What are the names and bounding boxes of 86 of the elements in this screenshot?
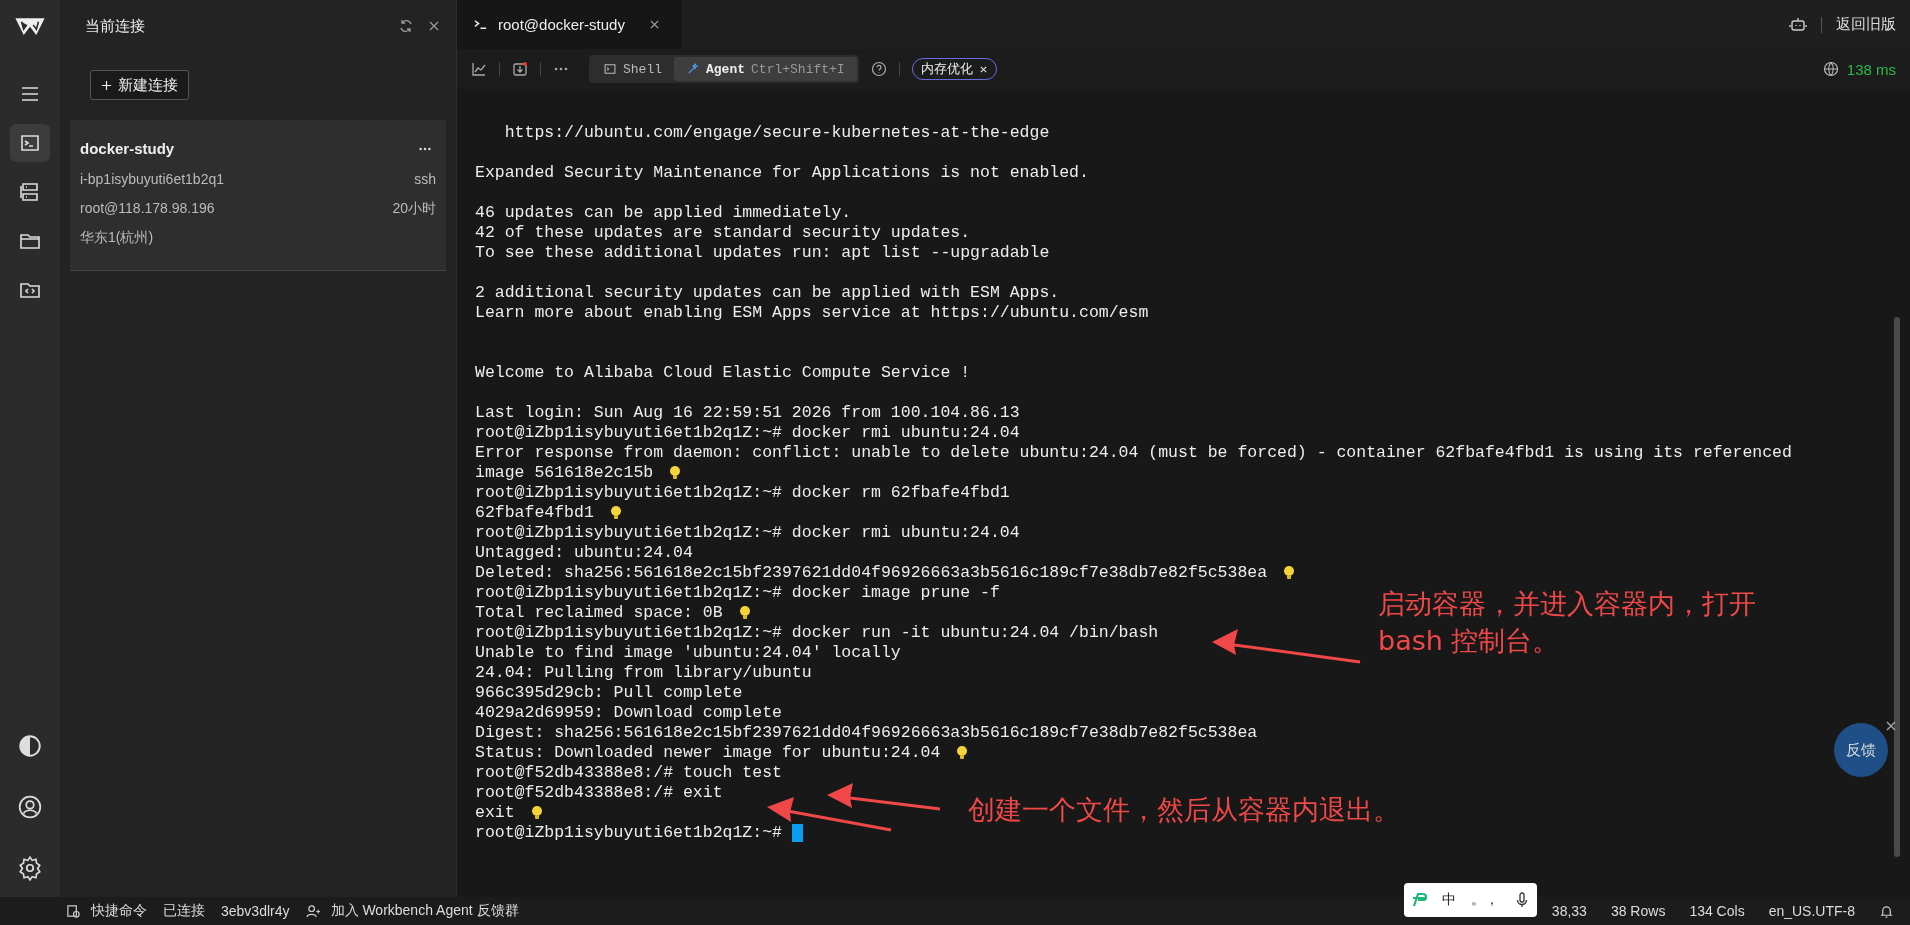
terminal-line: Unable to find image 'ubuntu:24.04' locally: [475, 643, 901, 663]
globe-icon: [1822, 61, 1839, 77]
terminal-line: 62fbafe4fbd1: [475, 503, 594, 523]
status-item: en_US.UTF-8: [1768, 903, 1855, 919]
sparkle-icon[interactable]: [686, 62, 700, 76]
refresh-icon[interactable]: [398, 18, 414, 34]
terminal-line: https://ubuntu.com/engage/secure-kubernetes-at-the-edge: [503, 123, 1050, 143]
terminal-line: root@iZbp1isybuyuti6et1b2q1Z:~# docker image prune -f: [475, 583, 1000, 603]
connection-detail: 20小时: [392, 199, 436, 218]
mode-tab[interactable]: Shell: [591, 57, 674, 81]
connection-status: 已连接: [163, 902, 205, 920]
terminal-line: root@iZbp1isybuyuti6et1b2q1Z:~# docker rmi ubuntu:24.04: [475, 523, 1020, 543]
annotation-text: 启动容器，并进入容器内，打开 bash 控制台。: [1378, 587, 1756, 658]
terminal-line: Status: Downloaded newer image for ubuntu:24.04: [475, 743, 941, 763]
close-icon[interactable]: [648, 19, 660, 30]
legacy-version-link[interactable]: 返回旧版: [1836, 15, 1896, 34]
terminal-line: root@iZbp1isybuyuti6et1b2q1Z:~# docker run -it ubuntu:24.04 /bin/bash: [475, 623, 1159, 643]
connection-card[interactable]: docker-study i-bp1isybuyuti6et1b2q1 ssh root@118.178.98.196 20小时 华东1(杭州): [70, 120, 446, 271]
terminal-line: 4029a2d69959: Download complete: [475, 703, 782, 723]
download-icon[interactable]: [512, 61, 528, 77]
terminal-line: 966c395d29cb: Pull complete: [475, 683, 743, 703]
settings-icon[interactable]: [17, 855, 43, 881]
terminal-line: root@f52db43388e8:/# touch test: [475, 763, 782, 783]
terminal-line: image 561618e2c15b: [475, 463, 654, 483]
terminal-line: 2 additional security updates can be applied with ESM Apps.: [475, 283, 1060, 303]
line-chart-icon[interactable]: [471, 61, 487, 77]
terminal-line: 42 of these updates are standard security updates.: [475, 223, 971, 243]
terminal-line: Learn more about enabling ESM Apps service at https://ubuntu.com/esm: [475, 303, 1149, 323]
panel-title: 当前连接: [85, 16, 146, 36]
terminal-line: Digest: sha256:561618e2c15bf2397621dd04f96926663a3b5616c189cf7e38db7e82f5c538ea: [475, 723, 1258, 743]
terminal-line: Error response from daemon: conflict: unable to delete ubuntu:24.04 (must be forced) - container 62fbafe4fbd1 is using its referenced: [475, 443, 1792, 463]
terminal-line: 24.04: Pulling from library/ubuntu: [475, 663, 812, 683]
terminal-tab[interactable]: root@docker-study: [457, 0, 682, 49]
ime-logo-icon[interactable]: [1411, 892, 1428, 908]
scrollbar[interactable]: [1894, 317, 1900, 857]
command-icon[interactable]: [66, 903, 81, 919]
terminal-line: Expanded Security Maintenance for Applications is not enabled.: [475, 163, 1089, 183]
connection-detail: ssh: [414, 170, 436, 189]
terminal-line: Last login: Sun Aug 16 22:59:51 2026 from 100.104.86.13: [475, 403, 1020, 423]
ime-punctuation[interactable]: 。，: [1470, 891, 1499, 909]
user-icon[interactable]: [17, 794, 43, 820]
quick-command-link[interactable]: 快捷命令: [91, 902, 147, 920]
terminal-line: Untagged: ubuntu:24.04: [475, 543, 693, 563]
people-icon[interactable]: [305, 903, 321, 919]
status-item: 38 Rows: [1610, 903, 1666, 919]
connection-name: docker-study: [80, 139, 175, 159]
connection-detail: root@118.178.98.196: [80, 199, 215, 218]
terminal-button[interactable]: [10, 124, 50, 162]
feedback-button[interactable]: 反馈: [1834, 723, 1888, 777]
help-icon[interactable]: [870, 61, 887, 77]
terminal-icon[interactable]: [473, 17, 488, 32]
terminal-line: root@iZbp1isybuyuti6et1b2q1Z:~#: [475, 823, 782, 843]
lightbulb-icon[interactable]: [669, 465, 682, 481]
terminal-line: root@iZbp1isybuyuti6et1b2q1Z:~# docker rm 62fbafe4fbd1: [475, 483, 1010, 503]
terminal-line: Welcome to Alibaba Cloud Elastic Compute Service !: [475, 363, 971, 383]
terminal-line: 46 updates can be applied immediately.: [475, 203, 852, 223]
terminal-line: root@f52db43388e8:/# exit: [475, 783, 723, 803]
connection-detail: 华东1(杭州): [80, 228, 154, 247]
status-item: 38,33: [1551, 903, 1587, 919]
terminal-line: Deleted: sha256:561618e2c15bf2397621dd04f96926663a3b5616c189cf7e38db7e82f5c538ea: [475, 563, 1268, 583]
new-connection-button[interactable]: 新建连接: [90, 70, 189, 100]
more-icon[interactable]: [553, 67, 569, 71]
session-id: 3ebv3dlr4y: [221, 903, 290, 919]
status-item: 134 Cols: [1689, 903, 1745, 919]
mode-tab[interactable]: Agent Ctrl+Shift+I: [674, 57, 857, 81]
connection-detail: i-bp1isybuyuti6et1b2q1: [80, 170, 224, 189]
terminal-line: exit: [475, 803, 515, 823]
lightbulb-icon[interactable]: [609, 505, 622, 521]
terminal-line: root@iZbp1isybuyuti6et1b2q1Z:~# docker rmi ubuntu:24.04: [475, 423, 1020, 443]
lightbulb-icon[interactable]: [738, 605, 751, 621]
lightbulb-icon[interactable]: [530, 805, 543, 821]
terminal-line: To see these additional updates run: apt list --upgradable: [475, 243, 1050, 263]
plus-icon[interactable]: [101, 79, 112, 91]
robot-icon[interactable]: [1789, 15, 1807, 34]
ime-mode[interactable]: 中: [1442, 891, 1457, 909]
contrast-icon[interactable]: [17, 733, 43, 759]
input-method-bar[interactable]: 中 。，: [1404, 883, 1537, 917]
lightbulb-icon[interactable]: [956, 745, 969, 761]
terminal-line: Total reclaimed space: 0B: [475, 603, 723, 623]
feedback-group-link[interactable]: 加入 Workbench Agent 反馈群: [330, 902, 519, 920]
annotation-text: 创建一个文件，然后从容器内退出。: [968, 793, 1400, 827]
bell-icon[interactable]: [1879, 903, 1894, 919]
close-icon[interactable]: [1886, 721, 1896, 731]
lightbulb-icon[interactable]: [1283, 565, 1296, 581]
more-icon[interactable]: [418, 146, 432, 151]
latency-text: 138 ms: [1846, 60, 1896, 78]
